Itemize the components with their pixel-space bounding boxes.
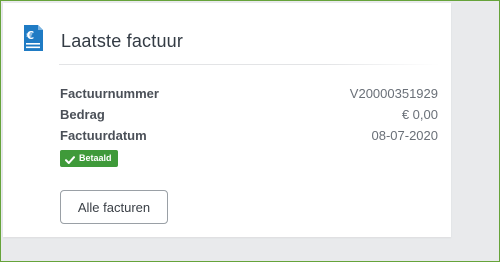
check-icon xyxy=(65,154,75,164)
detail-row-amount: Bedrag € 0,00 xyxy=(60,106,438,127)
card-title: Laatste factuur xyxy=(61,31,184,51)
detail-label: Factuurnummer xyxy=(60,86,159,101)
status-badge: Betaald xyxy=(60,150,118,167)
detail-row-invoice-number: Factuurnummer V20000351929 xyxy=(60,85,438,106)
invoice-details: Factuurnummer V20000351929 Bedrag € 0,00… xyxy=(60,85,438,148)
detail-value: V20000351929 xyxy=(349,86,438,101)
detail-row-invoice-date: Factuurdatum 08-07-2020 xyxy=(60,127,438,148)
detail-label: Factuurdatum xyxy=(60,128,147,143)
detail-label: Bedrag xyxy=(60,107,105,122)
invoice-euro-icon: € xyxy=(21,24,45,52)
detail-value: € 0,00 xyxy=(401,107,438,122)
status-badge-label: Betaald xyxy=(79,153,112,163)
detail-value: 08-07-2020 xyxy=(371,128,439,143)
svg-text:€: € xyxy=(26,29,35,42)
card-header: € Laatste factuur xyxy=(3,3,451,69)
header-divider xyxy=(59,64,439,65)
all-invoices-button[interactable]: Alle facturen xyxy=(60,190,168,224)
